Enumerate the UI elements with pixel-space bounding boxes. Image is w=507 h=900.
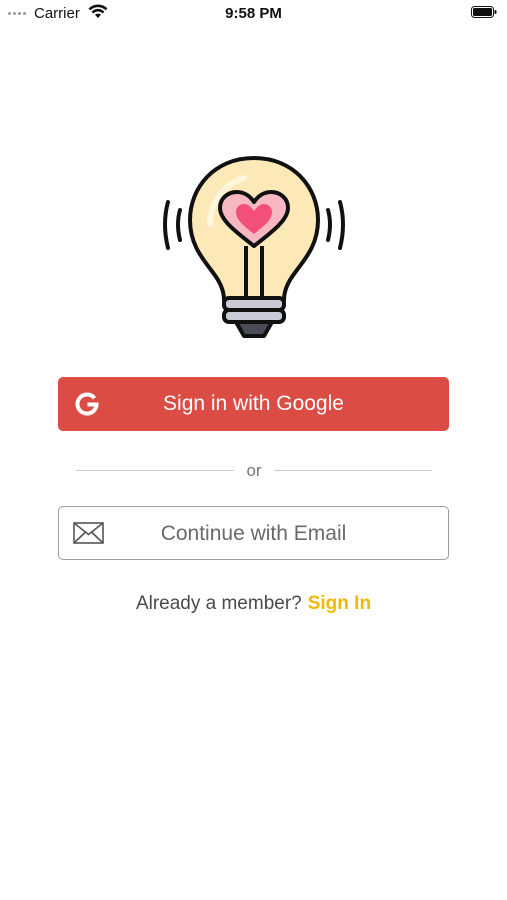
google-signin-button[interactable]: Sign in with Google (58, 377, 449, 431)
continue-with-email-label: Continue with Email (160, 522, 347, 545)
google-signin-label: Sign in with Google (163, 392, 344, 415)
signin-link[interactable]: Sign In (308, 593, 371, 614)
status-time: 9:58 PM (225, 5, 282, 22)
signin-prompt-row: Already a member? Sign In (0, 593, 507, 615)
lightbulb-heart-icon (163, 156, 345, 338)
or-divider: or (76, 459, 432, 481)
status-bar: Carrier 9:58 PM (0, 0, 507, 26)
divider-line-left (76, 470, 234, 471)
divider-line-right (274, 470, 432, 471)
member-prompt-text: Already a member? (135, 593, 302, 614)
continue-with-email-button[interactable]: Continue with Email (58, 506, 449, 560)
divider-text: or (246, 461, 262, 480)
battery-icon (471, 6, 497, 18)
